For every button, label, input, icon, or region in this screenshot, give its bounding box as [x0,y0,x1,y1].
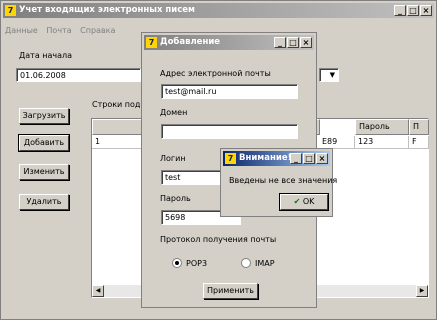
close-icon[interactable]: × [420,5,432,16]
date-label: Дата начала [19,51,73,60]
app-icon: 7 [146,37,157,48]
alert-message: Введены не все значения [229,176,338,185]
alert-dialog: 7 Внимание! _ □ × Введены не все значени… [220,148,337,217]
grid-cell-extra[interactable]: F [409,136,429,149]
ok-label: OK [302,197,315,206]
maximize-icon[interactable]: □ [303,153,315,164]
grid-cell-num[interactable]: 1 [92,136,142,149]
alert-dialog-title: Внимание! [239,153,292,163]
menu-item-data[interactable]: Данные [5,26,38,35]
chevron-down-icon[interactable]: ▼ [330,69,335,81]
date-field-right[interactable]: ▼ [319,68,339,82]
add-button[interactable]: Добавить [18,134,70,152]
alert-dialog-titlebar[interactable]: 7 Внимание! _ □ × [223,151,330,166]
main-title: Учет входящих электронных писем [19,5,195,15]
add-dialog-title: Добавление [160,37,221,47]
edit-button[interactable]: Изменить [19,164,69,180]
minimize-icon[interactable]: _ [394,5,406,16]
minimize-icon[interactable]: _ [274,37,286,48]
domain-field[interactable] [161,124,298,139]
minimize-icon[interactable]: _ [290,153,302,164]
password-label: Пароль [160,194,191,203]
app-icon: 7 [225,153,236,164]
date-field[interactable]: 01.06.2008 [16,68,141,82]
grid-cell-password[interactable]: 123 [355,136,409,149]
email-field[interactable]: test@mail.ru [161,84,298,99]
check-icon: ✔ [293,197,301,206]
protocol-label: Протокол получения почты [160,235,277,244]
imap-label[interactable]: IMAP [255,259,275,268]
menu-item-mail[interactable]: Почта [46,26,71,35]
ok-button[interactable]: ✔ OK [279,193,329,211]
imap-radio[interactable] [241,258,251,268]
apply-button[interactable]: Применить [203,283,258,299]
maximize-icon[interactable]: □ [407,5,419,16]
delete-button[interactable]: Удалить [19,194,69,210]
maximize-icon[interactable]: □ [287,37,299,48]
pop3-radio[interactable] [172,258,182,268]
grid-header-password[interactable]: Пароль [355,119,409,135]
scroll-left-icon[interactable]: ◀ [92,285,104,297]
close-icon[interactable]: × [300,37,312,48]
email-label: Адрес электронной почты [160,69,271,78]
menu-item-help[interactable]: Справка [80,26,115,35]
app-icon: 7 [5,5,16,16]
load-button[interactable]: Загрузить [19,108,69,124]
menu-bar: Данные Почта Справка [5,26,115,35]
scroll-right-icon[interactable]: ▶ [416,285,428,297]
add-dialog-titlebar[interactable]: 7 Добавление _ □ × [144,35,314,50]
main-titlebar[interactable]: 7 Учет входящих электронных писем _ □ × [3,3,434,18]
pop3-label[interactable]: POP3 [186,259,207,268]
domain-label: Домен [160,108,188,117]
login-label: Логин [160,154,186,163]
grid-header-extra[interactable]: П [409,119,429,135]
close-icon[interactable]: × [316,153,328,164]
